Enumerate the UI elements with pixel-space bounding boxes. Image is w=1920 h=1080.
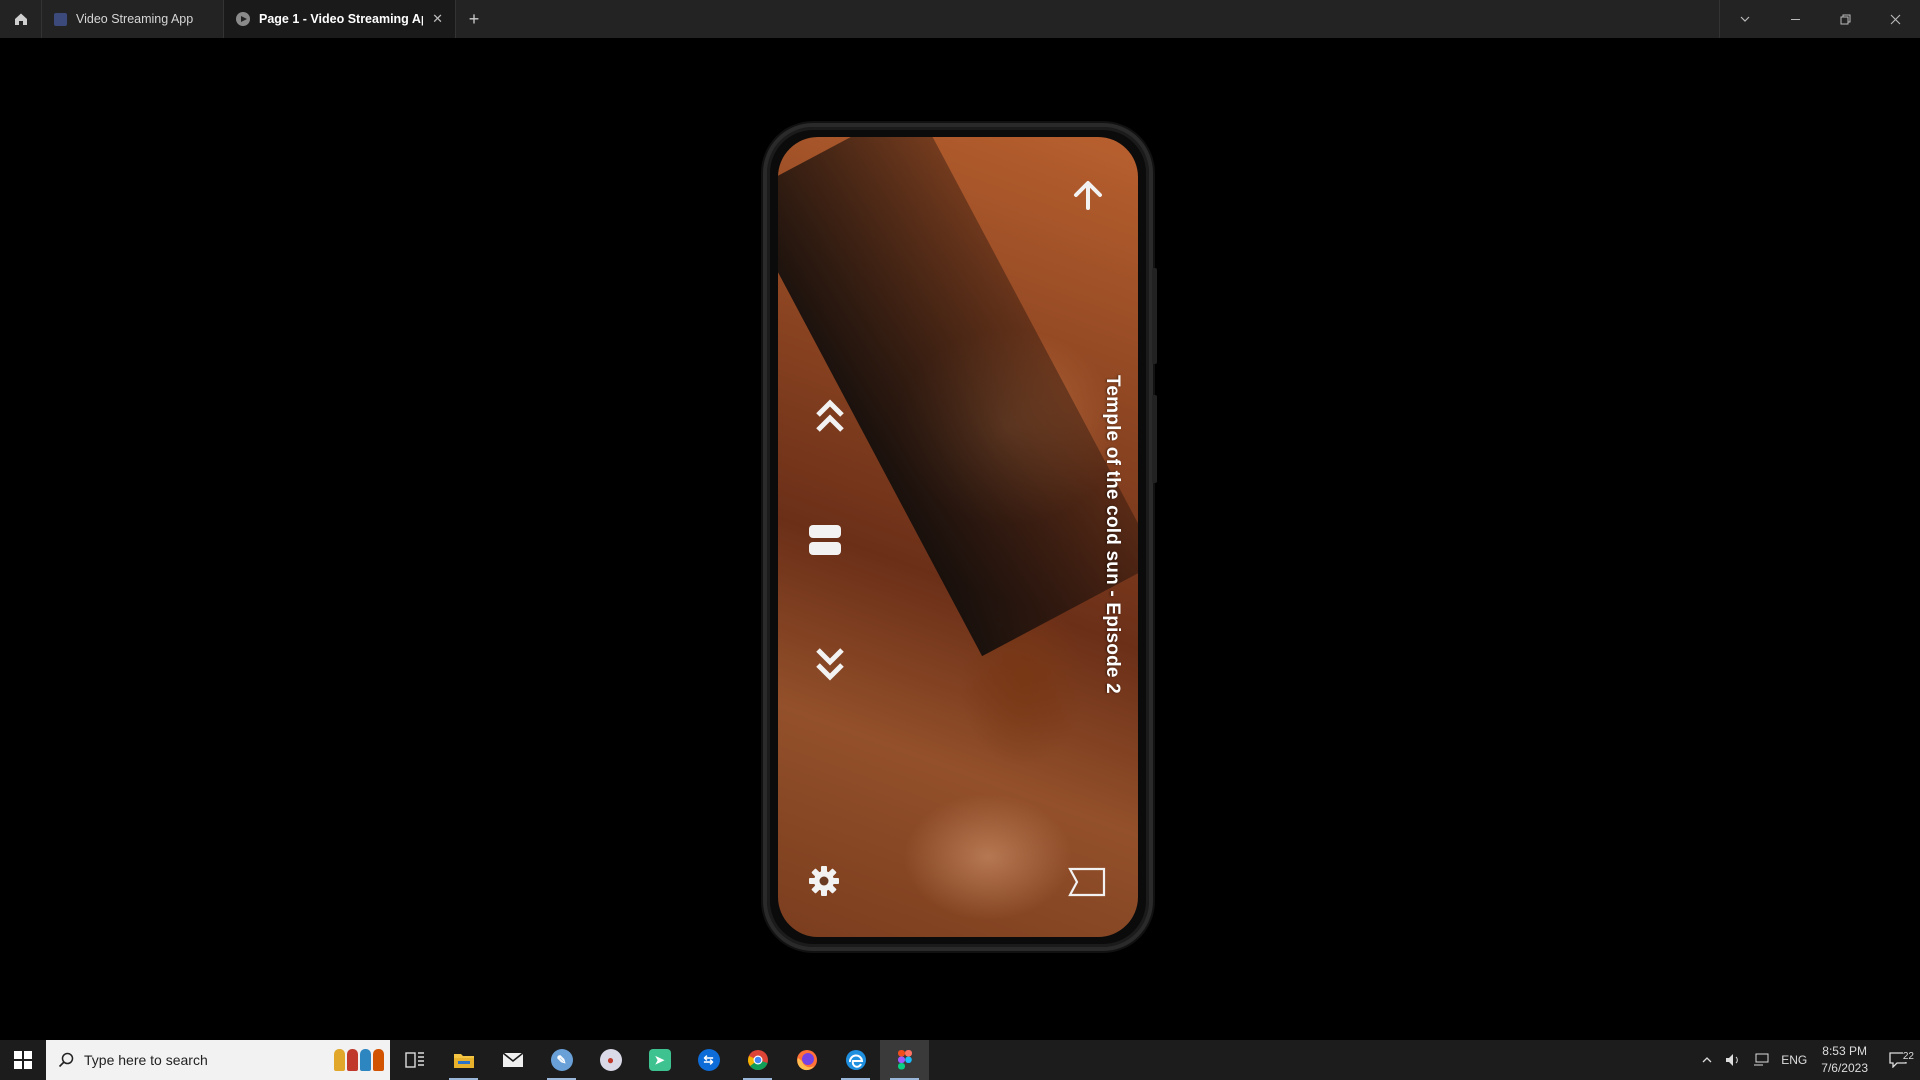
skip-back-button[interactable] xyxy=(808,641,852,687)
settings-gear-icon xyxy=(809,866,839,896)
search-icon xyxy=(58,1052,74,1068)
show-hidden-icons-button[interactable] xyxy=(1695,1054,1719,1066)
clock-time: 8:53 PM xyxy=(1822,1044,1867,1058)
taskbar-file-explorer[interactable] xyxy=(439,1040,488,1080)
chevron-up-icon xyxy=(1702,1057,1712,1063)
pause-icon xyxy=(809,525,841,555)
speaker-icon xyxy=(1726,1054,1739,1066)
window-titlebar: Video Streaming App Page 1 - Video Strea… xyxy=(0,0,1920,38)
system-tray: ENG 8:53 PM 7/6/2023 22 xyxy=(1695,1040,1920,1080)
titlebar-drag-region[interactable] xyxy=(492,0,1719,38)
double-chevron-up-icon xyxy=(816,399,844,432)
volume-button[interactable] xyxy=(1719,1053,1747,1067)
back-up-button[interactable] xyxy=(1066,173,1110,217)
taskbar-teamviewer[interactable]: ⇆ xyxy=(684,1040,733,1080)
restore-icon xyxy=(1840,14,1850,24)
tab-video-streaming-app[interactable]: Video Streaming App xyxy=(42,0,224,38)
teamviewer-icon: ⇆ xyxy=(697,1049,720,1071)
taskbar-search-box[interactable]: Type here to search xyxy=(46,1040,390,1080)
close-tab-icon[interactable]: ✕ xyxy=(432,11,443,27)
clock-date: 7/6/2023 xyxy=(1821,1061,1868,1075)
chevron-down-icon xyxy=(1740,16,1750,22)
network-button[interactable] xyxy=(1747,1053,1775,1067)
taskbar-rocket-app[interactable]: ➤ xyxy=(635,1040,684,1080)
taskbar-paint-app[interactable]: ✎ xyxy=(537,1040,586,1080)
input-language[interactable]: ENG xyxy=(1775,1053,1813,1067)
tab-label: Video Streaming App xyxy=(76,12,194,26)
taskbar-firefox[interactable] xyxy=(782,1040,831,1080)
tab-list-button[interactable] xyxy=(1719,0,1770,38)
file-explorer-icon xyxy=(453,1054,474,1068)
search-highlight-icon xyxy=(334,1049,390,1071)
close-icon xyxy=(1890,14,1900,24)
arrow-up-icon xyxy=(1074,181,1102,210)
network-icon xyxy=(1754,1053,1769,1066)
task-view-icon xyxy=(404,1052,424,1068)
tab-label: Page 1 - Video Streaming App xyxy=(259,12,424,26)
app-favicon-icon xyxy=(54,12,67,26)
search-placeholder: Type here to search xyxy=(84,1052,208,1068)
minimize-button[interactable] xyxy=(1770,0,1820,38)
home-button[interactable] xyxy=(0,0,42,38)
home-icon xyxy=(14,13,27,25)
figma-icon xyxy=(897,1050,912,1070)
windows-logo-icon xyxy=(14,1051,32,1069)
video-title: Temple of the cold sun - Episode 2 xyxy=(1102,375,1123,694)
chrome-icon xyxy=(747,1050,768,1070)
notification-count: 22 xyxy=(1902,1051,1914,1062)
mail-icon xyxy=(502,1052,523,1067)
taskbar-chrome[interactable] xyxy=(733,1040,782,1080)
browser-app-icon: ● xyxy=(599,1049,622,1071)
phone-side-button xyxy=(1152,268,1157,364)
notification-center-button[interactable]: 22 xyxy=(1876,1051,1920,1068)
video-screen[interactable]: Temple of the cold sun - Episode 2 xyxy=(778,137,1138,937)
new-tab-button[interactable]: + xyxy=(456,0,492,38)
double-chevron-down-icon xyxy=(816,648,844,681)
phone-side-button xyxy=(1152,395,1157,483)
taskbar-edge[interactable] xyxy=(831,1040,880,1080)
play-circle-icon xyxy=(236,12,250,26)
taskbar-browser-app[interactable]: ● xyxy=(586,1040,635,1080)
rocket-app-icon: ➤ xyxy=(648,1049,671,1071)
edge-icon xyxy=(845,1050,866,1070)
taskbar-mail[interactable] xyxy=(488,1040,537,1080)
minimize-icon xyxy=(1790,18,1800,20)
start-button[interactable] xyxy=(0,1040,46,1080)
firefox-icon xyxy=(796,1050,817,1071)
skip-forward-button[interactable] xyxy=(808,393,852,439)
cast-icon xyxy=(1068,867,1106,897)
settings-button[interactable] xyxy=(802,859,846,903)
restore-button[interactable] xyxy=(1820,0,1870,38)
task-view-button[interactable] xyxy=(390,1040,439,1080)
pause-button[interactable] xyxy=(802,519,848,561)
tab-page-1[interactable]: Page 1 - Video Streaming App ✕ xyxy=(224,0,456,38)
paint-app-icon: ✎ xyxy=(550,1049,573,1071)
close-window-button[interactable] xyxy=(1870,0,1920,38)
cast-button[interactable] xyxy=(1064,861,1110,903)
windows-taskbar: Type here to search ✎ ● ➤ ⇆ ENG 8:53 PM … xyxy=(0,1040,1920,1080)
taskbar-clock[interactable]: 8:53 PM 7/6/2023 xyxy=(1813,1043,1876,1077)
taskbar-figma[interactable] xyxy=(880,1040,929,1080)
